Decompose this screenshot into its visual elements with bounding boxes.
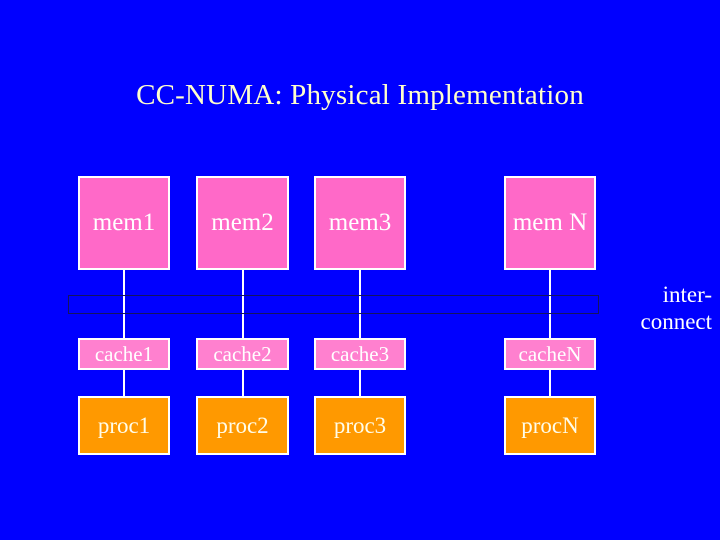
cache-box-3-label: cache3 [330,341,390,366]
cc-numa-block-diagram: inter- connect mem1 cache1 proc1 mem2 ca… [0,0,720,540]
memory-box-2-label: mem2 [211,209,274,236]
memory-box-3: mem3 [314,176,406,270]
interconnect-label-line-1: inter- [662,282,712,307]
memory-box-3-label: mem3 [328,209,392,236]
cache-box-3: cache3 [314,338,406,370]
memory-box-1-label: mem1 [92,209,156,236]
cache-box-2: cache2 [196,338,289,370]
cache-box-n: cacheN [504,338,596,370]
processor-box-1-label: proc1 [97,412,151,438]
memory-box-n: mem N [504,176,596,270]
slide: CC-NUMA: Physical Implementation inter- … [0,0,720,540]
interconnect-label: inter- connect [492,281,712,335]
memory-box-1: mem1 [78,176,170,270]
processor-box-3: proc3 [314,396,406,455]
processor-box-1: proc1 [78,396,170,455]
connector-line-column-2 [242,268,244,398]
connector-line-column-1 [123,268,125,398]
processor-box-2: proc2 [196,396,289,455]
cache-box-1-label: cache1 [94,341,154,366]
cache-box-n-label: cacheN [518,341,582,366]
processor-box-3-label: proc3 [333,412,387,438]
connector-line-column-3 [359,268,361,398]
processor-box-n-label: procN [521,412,579,438]
processor-box-2-label: proc2 [216,412,269,438]
cache-box-2-label: cache2 [213,341,272,366]
memory-box-2: mem2 [196,176,289,270]
memory-box-n-label: mem N [512,209,588,236]
interconnect-label-line-2: connect [640,309,712,334]
processor-box-n: procN [504,396,596,455]
cache-box-1: cache1 [78,338,170,370]
